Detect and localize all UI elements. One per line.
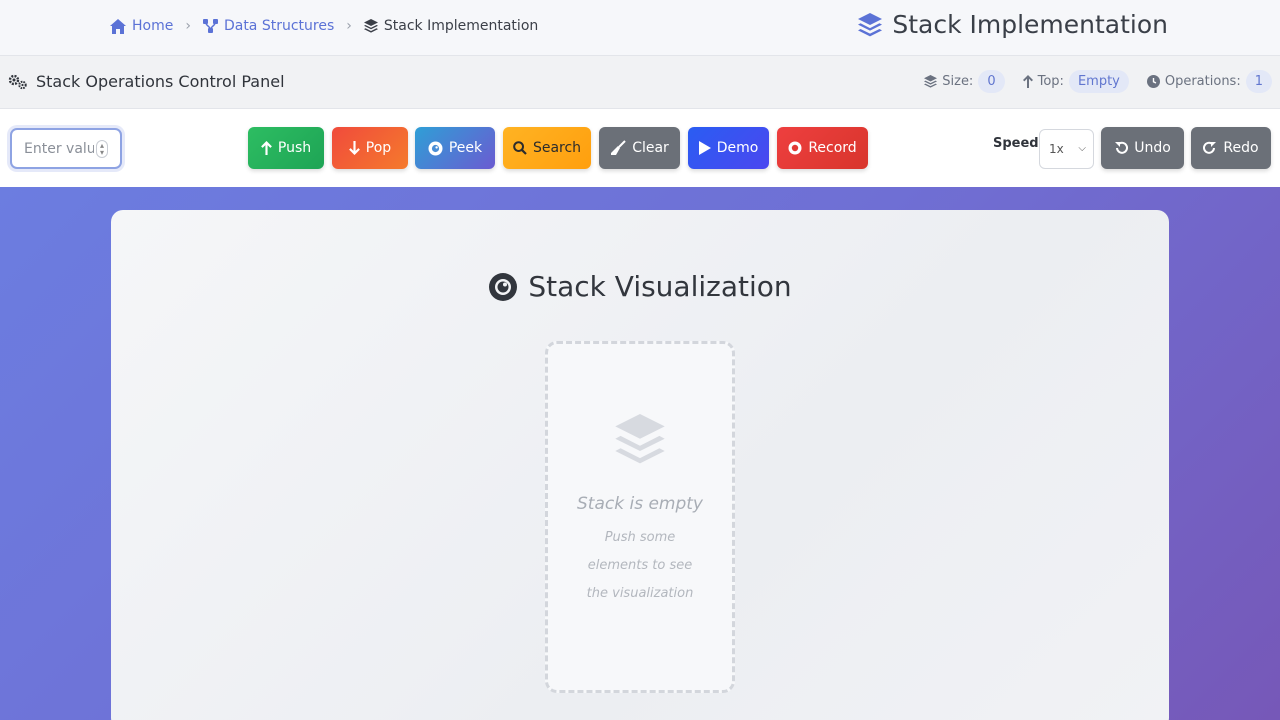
stat-operations-badge: 1: [1245, 70, 1272, 93]
arrow-up-icon: [1022, 75, 1033, 88]
stat-size: Size: 0: [924, 70, 1005, 93]
app-title-text: Stack Implementation: [892, 10, 1168, 39]
redo-button[interactable]: Redo: [1191, 127, 1271, 169]
redo-button-label: Redo: [1223, 140, 1259, 156]
undo-icon: [1115, 141, 1129, 154]
stat-top: Top: Empty: [1022, 70, 1129, 93]
visualization-title: Stack Visualization: [111, 270, 1169, 303]
peek-button[interactable]: Peek: [415, 127, 495, 169]
chevron-down-icon: ⌵: [1078, 143, 1086, 154]
play-icon: [698, 141, 711, 155]
control-panel-header: Stack Operations Control Panel Size: 0 T…: [0, 56, 1280, 109]
record-icon: [788, 141, 802, 155]
speed-label: Speed:: [993, 136, 1044, 151]
value-input[interactable]: [24, 140, 94, 157]
breadcrumb-data-structures-link[interactable]: Data Structures: [202, 18, 335, 34]
breadcrumb-data-structures-label: Data Structures: [223, 18, 335, 34]
undo-button-label: Undo: [1134, 140, 1171, 156]
record-button-label: Record: [808, 140, 857, 156]
eye-icon: [489, 272, 518, 301]
visualization-title-text: Stack Visualization: [528, 270, 792, 303]
operations-toolbar: ▴▾ Push Pop Peek Search Clear Demo Recor…: [0, 109, 1280, 187]
demo-button[interactable]: Demo: [688, 127, 769, 169]
redo-icon: [1203, 141, 1217, 154]
gears-icon: [8, 74, 27, 89]
breadcrumb-current-label: Stack Implementation: [383, 18, 539, 34]
app-title: Stack Implementation: [858, 10, 1168, 39]
pop-button-label: Pop: [365, 140, 392, 156]
stat-operations: Operations: 1: [1146, 70, 1272, 93]
layers-icon: [858, 12, 883, 36]
stack-stats: Size: 0 Top: Empty Operations: 1: [924, 70, 1272, 93]
main-stage: Stack Visualization Stack is empty Push …: [0, 187, 1280, 720]
number-spinner-icon[interactable]: ▴ ▾: [96, 140, 108, 158]
search-button[interactable]: Search: [503, 127, 591, 169]
speed-select-value: 1x: [1049, 142, 1064, 156]
breadcrumb: Home › Data Structures › Stack Implement…: [110, 14, 538, 38]
arrow-down-icon: [348, 141, 360, 155]
clear-button-label: Clear: [632, 140, 669, 156]
stack-container: Stack is empty Push some elements to see…: [545, 341, 735, 693]
sitemap-icon: [202, 19, 218, 33]
speed-select[interactable]: 1x ⌵: [1039, 129, 1094, 169]
stat-size-label: Size:: [942, 74, 974, 89]
empty-state-subtitle: Push some elements to see the visualizat…: [586, 530, 694, 601]
eye-icon: [428, 141, 443, 155]
clock-icon: [1146, 75, 1160, 88]
empty-state-title: Stack is empty: [577, 494, 703, 514]
stat-size-badge: 0: [978, 70, 1005, 93]
search-button-label: Search: [532, 140, 582, 156]
top-header: Home › Data Structures › Stack Implement…: [0, 0, 1280, 56]
record-button[interactable]: Record: [777, 127, 868, 169]
demo-button-label: Demo: [716, 140, 759, 156]
home-icon: [110, 18, 126, 34]
value-input-wrapper: ▴▾: [10, 128, 122, 169]
push-button-label: Push: [277, 140, 312, 156]
layers-icon: [924, 75, 938, 88]
stat-top-badge: Empty: [1068, 70, 1129, 93]
peek-button-label: Peek: [448, 140, 483, 156]
pop-button[interactable]: Pop: [332, 127, 408, 169]
panel-title-text: Stack Operations Control Panel: [36, 72, 285, 91]
layers-icon: [615, 414, 665, 464]
breadcrumb-home-label: Home: [132, 18, 174, 34]
broom-icon: [611, 140, 626, 155]
layers-icon: [363, 19, 378, 33]
search-icon: [513, 141, 527, 155]
stat-operations-label: Operations:: [1164, 74, 1241, 89]
stat-top-label: Top:: [1037, 74, 1064, 89]
undo-button[interactable]: Undo: [1101, 127, 1184, 169]
breadcrumb-home-link[interactable]: Home: [110, 18, 173, 34]
breadcrumb-current: Stack Implementation: [363, 18, 539, 34]
arrow-up-icon: [260, 141, 272, 155]
chevron-right-icon: ›: [185, 18, 191, 34]
panel-title: Stack Operations Control Panel: [8, 72, 285, 91]
clear-button[interactable]: Clear: [599, 127, 680, 169]
visualization-card: Stack Visualization Stack is empty Push …: [111, 210, 1169, 720]
chevron-right-icon: ›: [346, 18, 352, 34]
push-button[interactable]: Push: [248, 127, 324, 169]
